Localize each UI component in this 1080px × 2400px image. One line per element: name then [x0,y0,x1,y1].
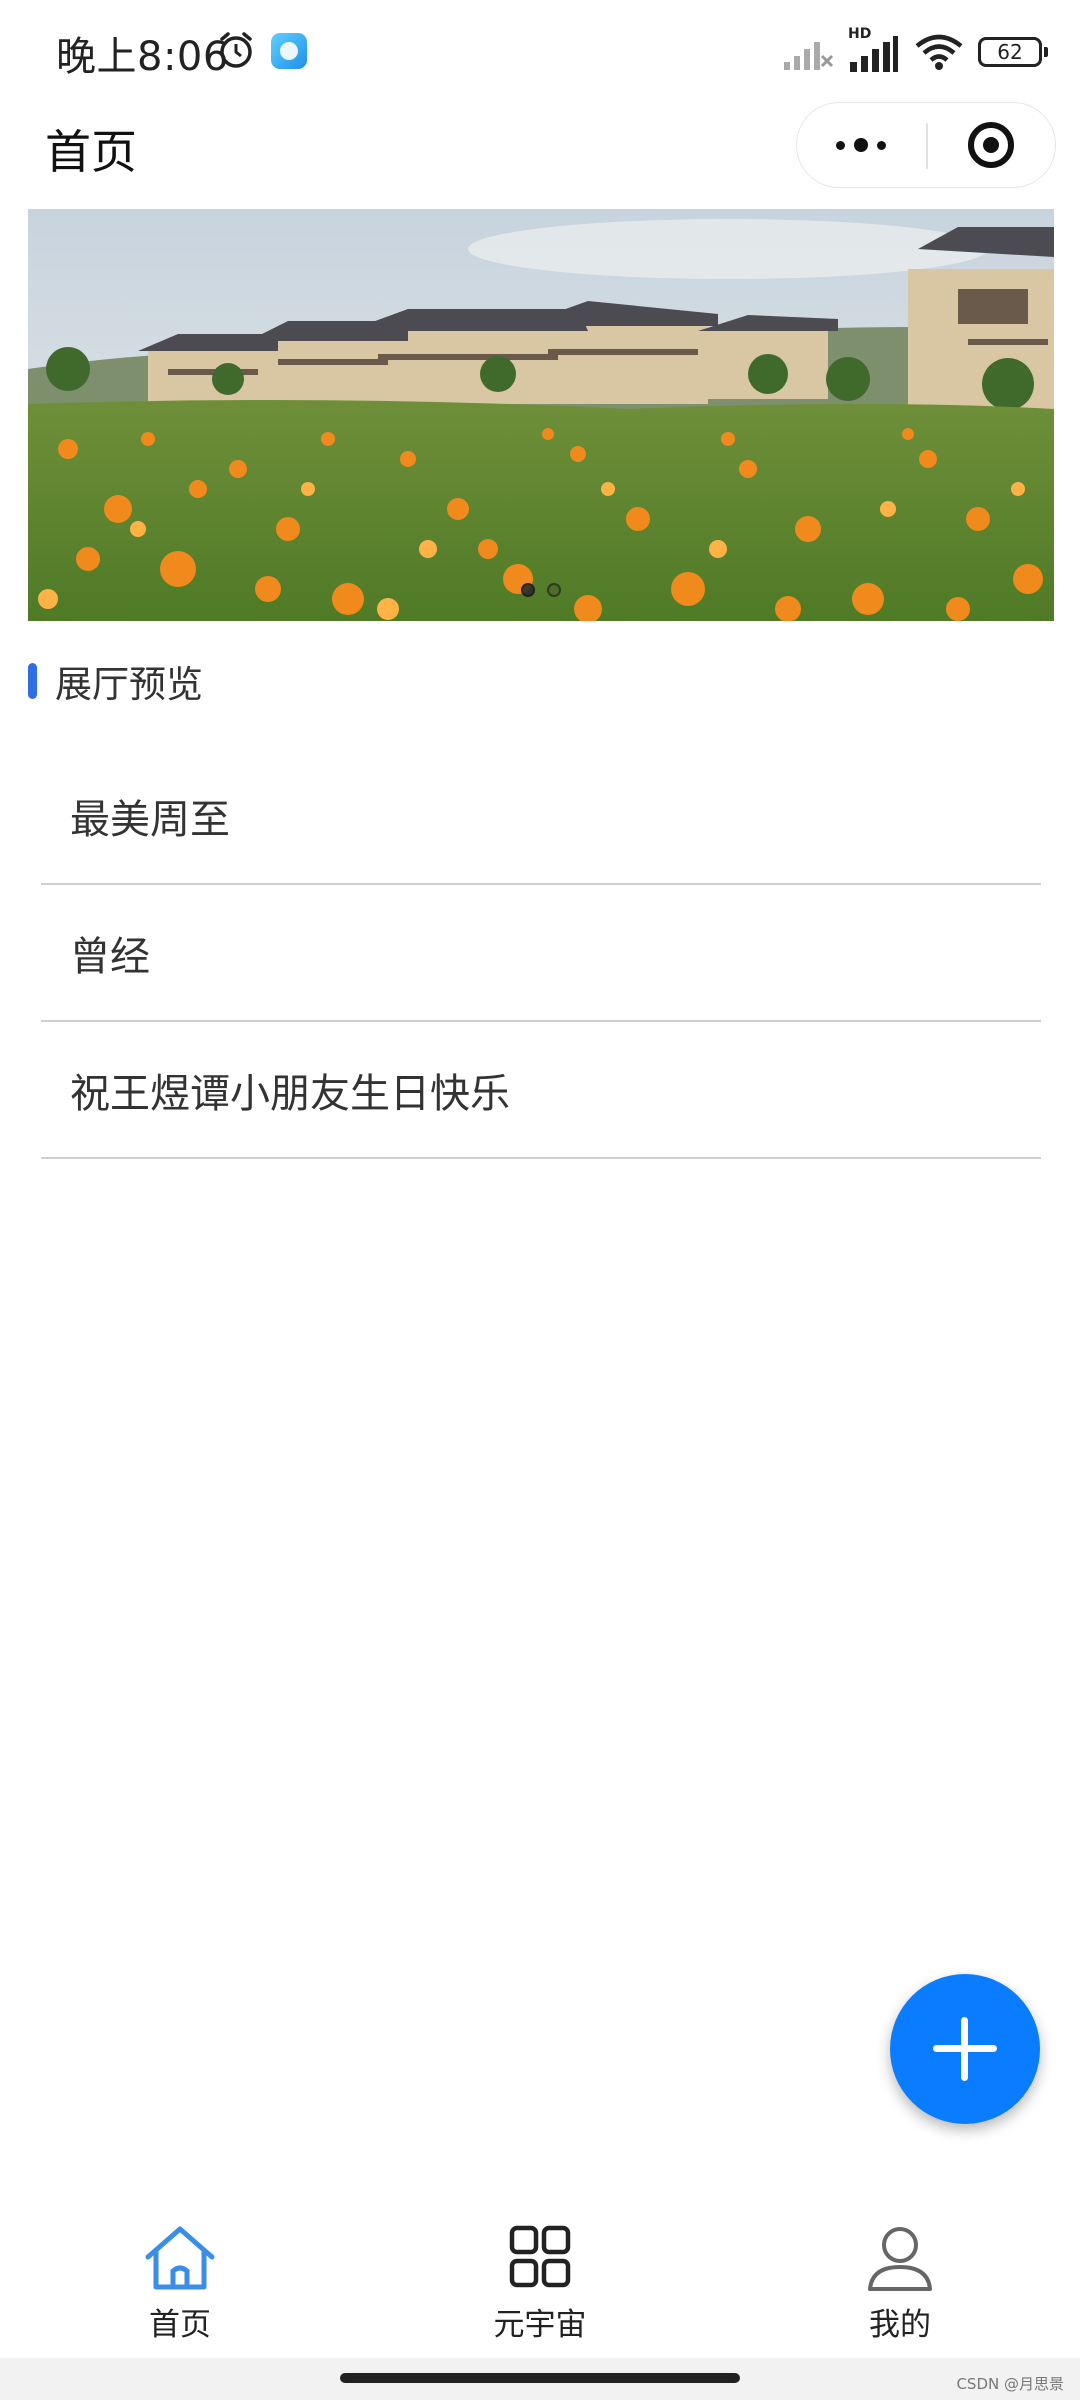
add-button[interactable] [890,1974,1040,2124]
tab-bar: 首页 元宇宙 我的 [0,2205,1080,2355]
grid-icon [509,2225,571,2288]
section-header: 展厅预览 [28,656,203,706]
app-notification-icon [271,33,307,69]
signal-strong-icon: HD [848,26,900,74]
carousel-dot[interactable] [521,583,535,597]
watermark: CSDN @月思景 [956,2375,1064,2393]
list-item-label: 祝王煜谭小朋友生日快乐 [70,1070,510,1117]
list-item-label: 最美周至 [70,796,230,843]
more-dot-icon [854,138,868,152]
banner-carousel[interactable] [28,209,1054,621]
gallery-list: 最美周至 曾经 祝王煜谭小朋友生日快乐 [41,748,1041,1159]
section-accent-bar [28,663,37,699]
signal-weak-icon [784,42,834,70]
alarm-clock-icon [220,32,252,68]
tab-profile[interactable]: 我的 [720,2205,1080,2355]
tab-metaverse-label: 元宇宙 [493,2307,587,2343]
tab-profile-label: 我的 [869,2307,931,2343]
list-item[interactable]: 最美周至 [41,748,1041,885]
list-item[interactable]: 曾经 [41,885,1041,1022]
tab-metaverse[interactable]: 元宇宙 [360,2205,720,2355]
target-icon [968,122,1014,168]
home-indicator[interactable] [340,2373,740,2383]
battery-level: 62 [997,40,1023,64]
tab-home[interactable]: 首页 [0,2205,360,2355]
battery-icon: 62 [978,37,1048,67]
list-item[interactable]: 祝王煜谭小朋友生日快乐 [41,1022,1041,1159]
section-title: 展厅预览 [55,663,203,706]
home-icon [145,2226,215,2290]
more-dot-icon [877,140,886,150]
close-mini-program-button[interactable] [927,103,1055,187]
mini-program-capsule [796,102,1056,188]
more-dot-icon [836,140,845,150]
nav-bar: 首页 [0,100,1080,210]
page-title: 首页 [45,125,137,179]
list-item-label: 曾经 [70,933,150,980]
user-icon [868,2227,932,2291]
banner-image [28,209,1054,621]
more-options-button[interactable] [797,103,925,187]
tab-home-label: 首页 [149,2307,211,2343]
plus-icon [961,2017,968,2081]
status-bar: 晚上8:06 HD 62 [0,0,1080,100]
status-time: 晚上8:06 [56,34,229,80]
carousel-indicator [28,583,1054,597]
wifi-icon [915,34,963,70]
carousel-dot[interactable] [547,583,561,597]
